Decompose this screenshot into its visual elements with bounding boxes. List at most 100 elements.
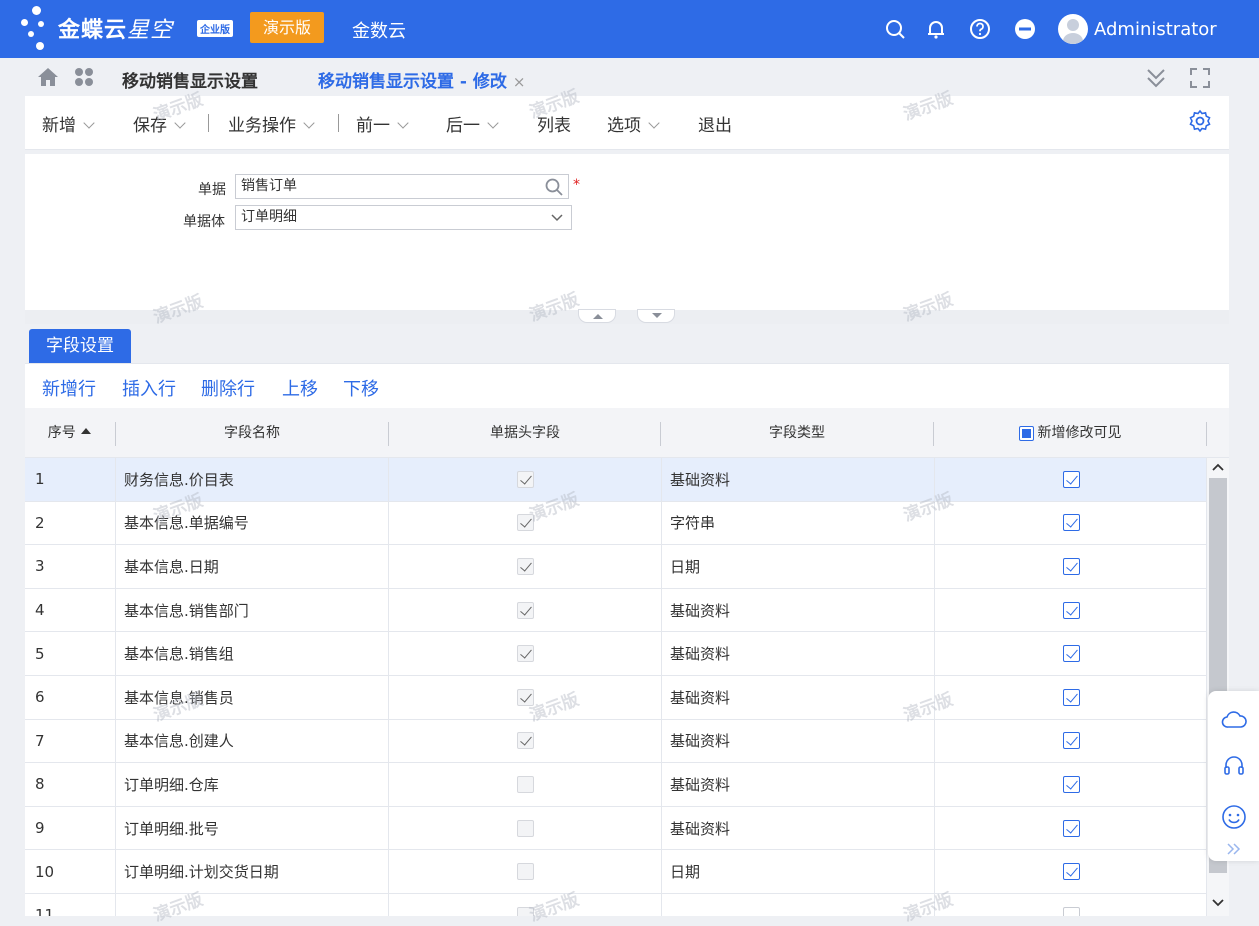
- visible-checkbox[interactable]: [1062, 906, 1080, 916]
- visible-cell[interactable]: [935, 458, 1207, 501]
- column-header-field-name[interactable]: 字段名称: [116, 408, 388, 458]
- body-select[interactable]: 订单明细: [235, 205, 572, 230]
- move-down-button[interactable]: 下移: [343, 375, 379, 401]
- tab-mobile-sales-display[interactable]: 移动销售显示设置: [122, 67, 258, 92]
- business-ops-menu[interactable]: 业务操作: [228, 111, 315, 136]
- table-row[interactable]: 10 订单明细.计划交货日期 日期: [25, 850, 1207, 894]
- smiley-icon[interactable]: [1221, 804, 1247, 830]
- table-row[interactable]: 11: [25, 894, 1207, 916]
- tab-field-settings[interactable]: 字段设置: [29, 329, 131, 363]
- home-icon[interactable]: [37, 67, 59, 87]
- visible-cell[interactable]: [935, 676, 1207, 719]
- list-button[interactable]: 列表: [537, 111, 571, 136]
- visible-cell[interactable]: [935, 894, 1207, 916]
- field-name-cell[interactable]: 订单明细.计划交货日期: [116, 850, 388, 893]
- seq-cell: 11: [35, 906, 55, 916]
- visible-checkbox[interactable]: [1062, 514, 1080, 532]
- visible-checkbox[interactable]: [1062, 645, 1080, 663]
- column-header-field-type[interactable]: 字段类型: [661, 408, 933, 458]
- header-field-cell: [389, 894, 661, 916]
- table-row[interactable]: 2 基本信息.单据编号 字符串: [25, 501, 1207, 546]
- field-name-cell[interactable]: 基本信息.销售组: [116, 632, 388, 675]
- field-name-cell[interactable]: 订单明细.批号: [116, 807, 388, 850]
- visible-cell[interactable]: [935, 850, 1207, 893]
- chevron-down-icon[interactable]: [1212, 898, 1224, 908]
- field-name-cell[interactable]: 订单明细.仓库: [116, 763, 388, 806]
- tab-mobile-sales-display-edit[interactable]: 移动销售显示设置 - 修改 ×: [302, 67, 542, 99]
- product-link[interactable]: 金数云: [352, 17, 406, 43]
- chevron-up-icon[interactable]: [1212, 462, 1224, 472]
- visible-checkbox[interactable]: [1062, 819, 1080, 837]
- chevron-double-right-icon[interactable]: [1226, 842, 1242, 856]
- new-row-button[interactable]: 新增行: [42, 375, 96, 401]
- visible-checkbox[interactable]: [1062, 688, 1080, 706]
- visible-checkbox[interactable]: [1062, 775, 1080, 793]
- visible-cell[interactable]: [935, 763, 1207, 806]
- delete-row-button[interactable]: 删除行: [201, 375, 255, 401]
- move-up-button[interactable]: 上移: [282, 375, 318, 401]
- add-menu[interactable]: 新增: [42, 111, 95, 136]
- collapse-up-button[interactable]: [578, 309, 616, 323]
- table-row[interactable]: 4 基本信息.销售部门 基础资料: [25, 588, 1207, 633]
- user-menu[interactable]: Administrator: [1058, 14, 1217, 44]
- cloud-icon[interactable]: [1221, 709, 1247, 729]
- search-icon[interactable]: [544, 177, 564, 197]
- save-menu[interactable]: 保存: [133, 111, 186, 136]
- table-row[interactable]: 6 基本信息.销售员 基础资料: [25, 676, 1207, 720]
- visible-header-label: 新增修改可见: [1037, 425, 1122, 441]
- visible-cell[interactable]: [935, 632, 1207, 675]
- gear-icon[interactable]: [1188, 109, 1212, 133]
- column-header-header-field[interactable]: 单据头字段: [389, 408, 661, 458]
- field-name-cell[interactable]: 基本信息.销售部门: [116, 589, 388, 632]
- search-icon[interactable]: [884, 18, 906, 40]
- field-type-cell: 基础资料: [670, 470, 731, 489]
- bill-value: 销售订单: [241, 178, 297, 194]
- collapse-down-button[interactable]: [637, 309, 675, 323]
- select-all-checkbox[interactable]: [1018, 425, 1034, 441]
- insert-row-button[interactable]: 插入行: [122, 375, 176, 401]
- visible-checkbox[interactable]: [1062, 601, 1080, 619]
- visible-cell[interactable]: [935, 545, 1207, 588]
- visible-checkbox[interactable]: [1062, 557, 1080, 575]
- apps-icon[interactable]: [74, 67, 94, 87]
- exit-button[interactable]: 退出: [698, 111, 732, 136]
- demo-badge[interactable]: 演示版: [250, 12, 324, 43]
- visible-checkbox[interactable]: [1062, 863, 1080, 881]
- visible-checkbox[interactable]: [1062, 470, 1080, 488]
- field-name-cell[interactable]: 基本信息.创建人: [116, 720, 388, 763]
- header-field-cell: [389, 850, 661, 893]
- table-row[interactable]: 3 基本信息.日期 日期: [25, 545, 1207, 589]
- chevron-double-down-icon[interactable]: [1145, 67, 1167, 89]
- visible-checkbox[interactable]: [1062, 732, 1080, 750]
- visible-cell[interactable]: [935, 502, 1207, 545]
- minus-circle-icon[interactable]: [1014, 18, 1036, 40]
- options-menu[interactable]: 选项: [607, 111, 660, 136]
- field-name-cell[interactable]: 财务信息.价目表: [116, 458, 388, 501]
- visible-cell[interactable]: [935, 807, 1207, 850]
- bell-icon[interactable]: [925, 18, 947, 40]
- visible-cell[interactable]: [935, 720, 1207, 763]
- seq-cell: 6: [35, 688, 45, 707]
- column-header-seq[interactable]: 序号: [25, 408, 115, 458]
- column-header-visible[interactable]: 新增修改可见: [934, 408, 1206, 458]
- field-name-cell[interactable]: 基本信息.日期: [116, 545, 388, 588]
- bill-field[interactable]: 销售订单: [235, 174, 569, 199]
- field-name-cell[interactable]: 基本信息.销售员: [116, 676, 388, 719]
- field-name-cell[interactable]: [116, 894, 388, 916]
- close-icon[interactable]: ×: [513, 73, 526, 91]
- table-row[interactable]: 9 订单明细.批号 基础资料: [25, 806, 1207, 851]
- table-row[interactable]: 5 基本信息.销售组 基础资料: [25, 632, 1207, 676]
- fullscreen-icon[interactable]: [1189, 67, 1211, 89]
- save-label: 保存: [133, 116, 167, 136]
- table-row[interactable]: 7 基本信息.创建人 基础资料: [25, 719, 1207, 764]
- table-row[interactable]: 1 财务信息.价目表 基础资料: [25, 458, 1207, 502]
- form-header: [25, 154, 1229, 310]
- visible-cell[interactable]: [935, 589, 1207, 632]
- header-field-cell: [389, 502, 661, 545]
- next-menu[interactable]: 后一: [446, 111, 499, 136]
- table-row[interactable]: 8 订单明细.仓库 基础资料: [25, 763, 1207, 807]
- headset-icon[interactable]: [1222, 753, 1246, 777]
- help-icon[interactable]: [969, 18, 991, 40]
- prev-menu[interactable]: 前一: [356, 111, 409, 136]
- field-name-cell[interactable]: 基本信息.单据编号: [116, 502, 388, 545]
